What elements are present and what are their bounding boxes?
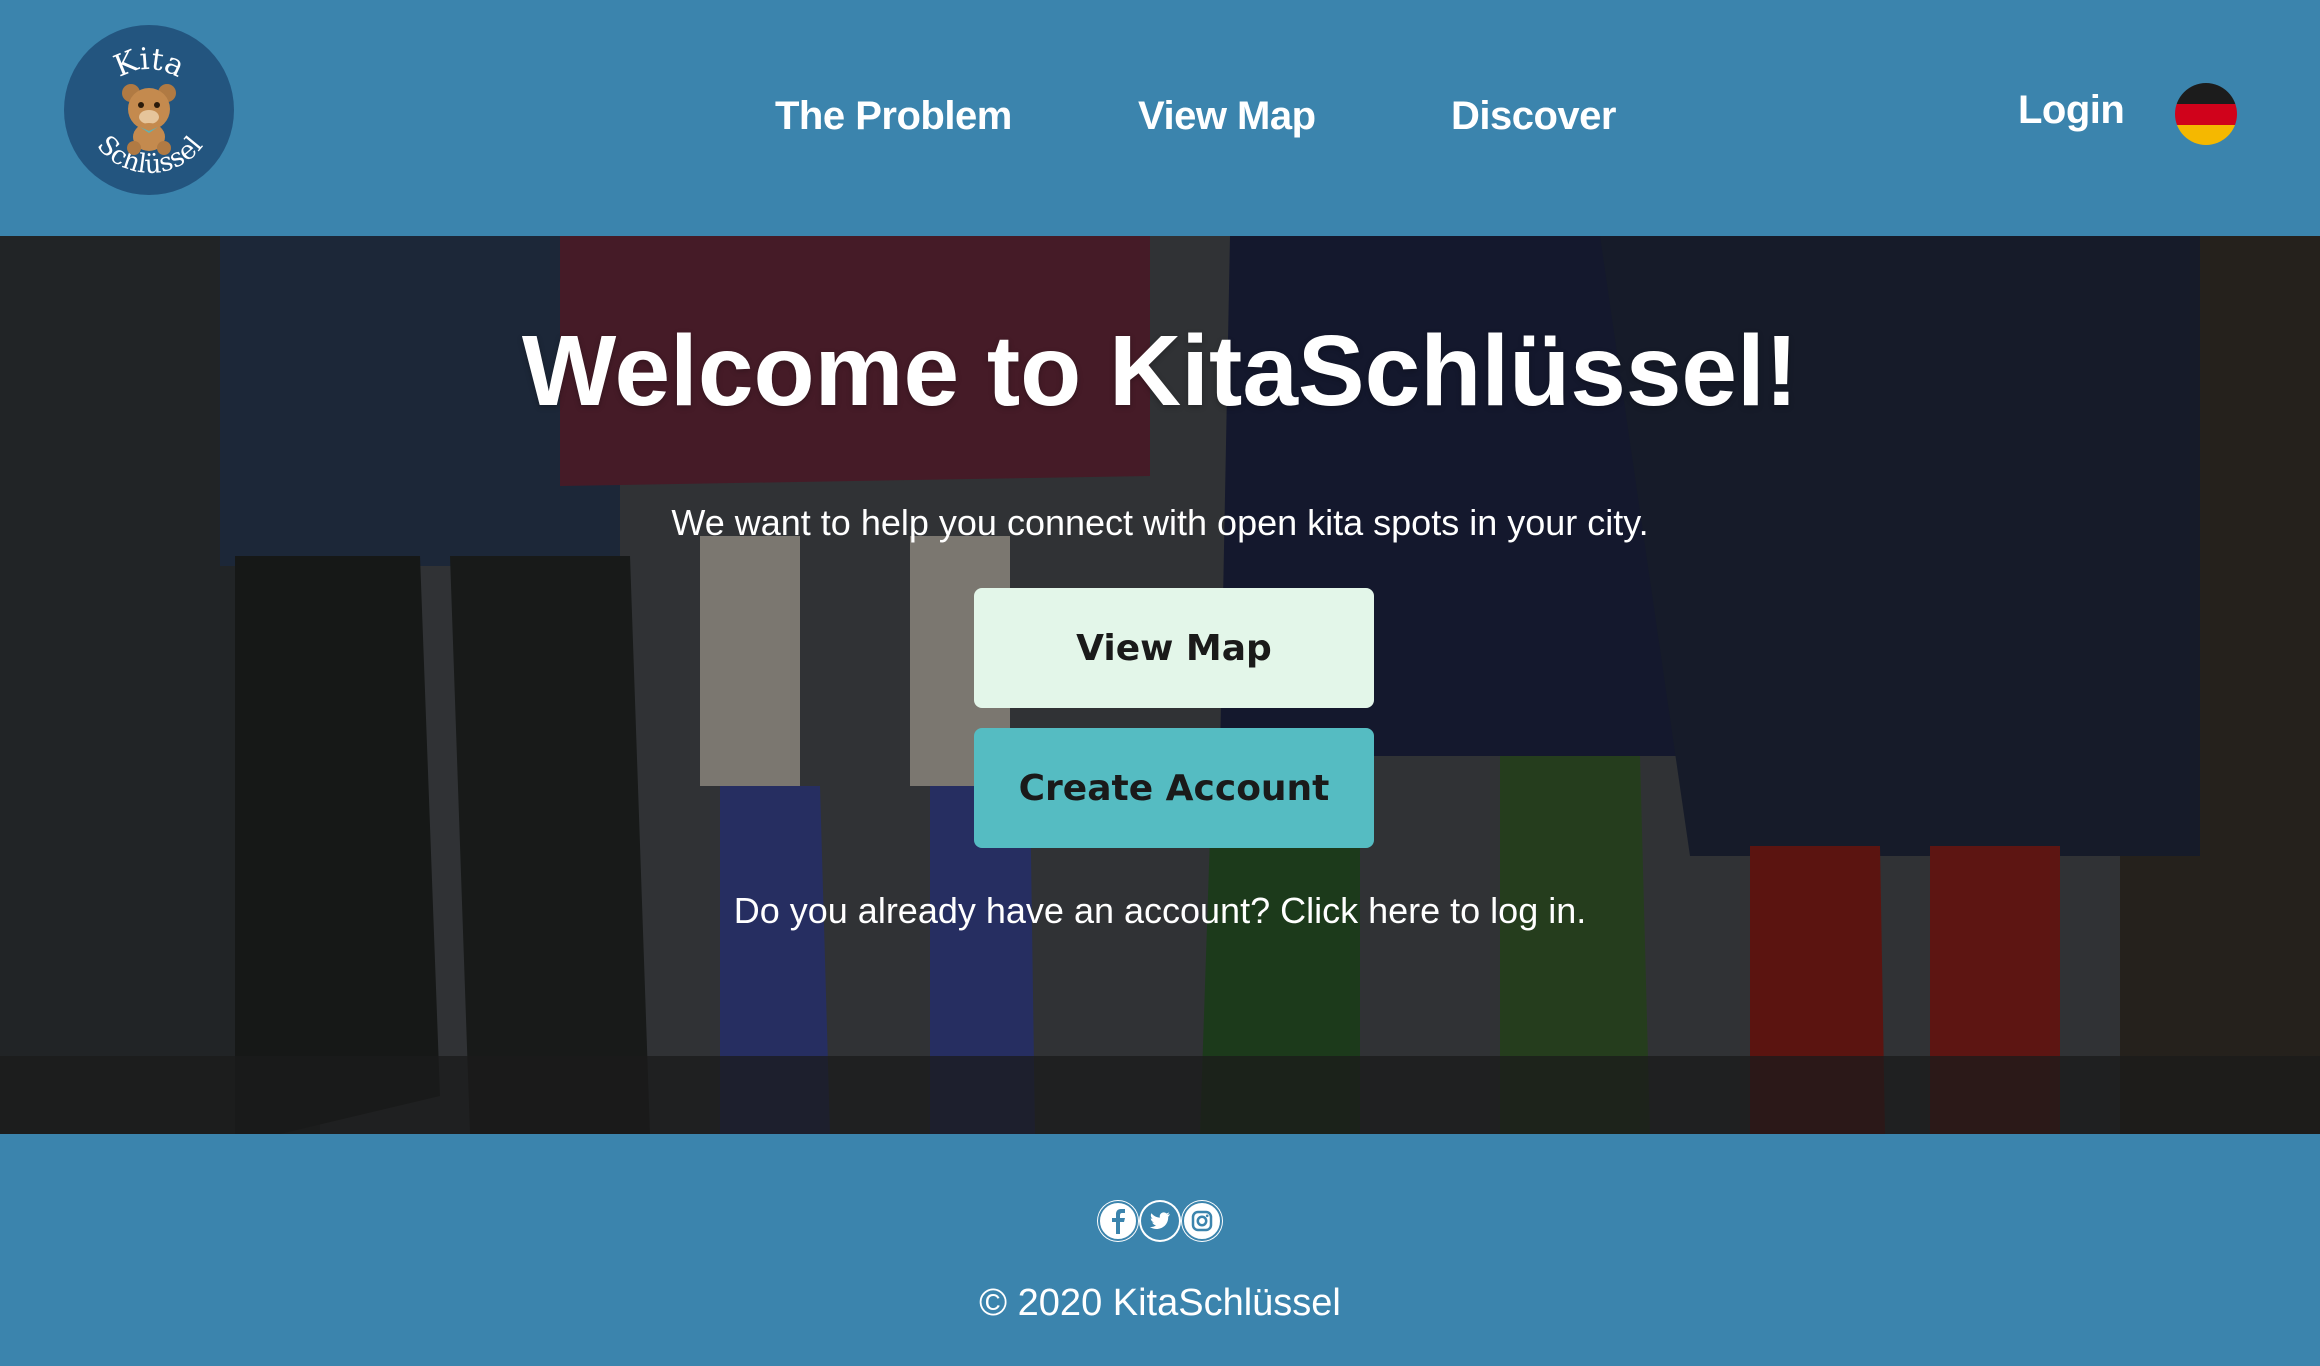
hero-section: Welcome to KitaSchlüssel! We want to hel… xyxy=(0,236,2320,1134)
nav-discover[interactable]: Discover xyxy=(1451,88,1616,144)
facebook-icon[interactable] xyxy=(1097,1200,1139,1242)
hero-title: Welcome to KitaSchlüssel! xyxy=(521,315,1799,427)
nav-the-problem[interactable]: The Problem xyxy=(775,88,1012,144)
hero-subtitle: We want to help you connect with open ki… xyxy=(671,502,1649,543)
kitaschluessel-logo[interactable]: Kita Schlüssel xyxy=(64,25,234,195)
login-prompt-link[interactable]: Do you already have an account? Click he… xyxy=(0,886,2320,936)
nav-login[interactable]: Login xyxy=(2018,82,2125,138)
instagram-icon[interactable] xyxy=(1181,1200,1223,1242)
site-footer: © 2020 KitaSchlüssel xyxy=(0,1134,2320,1366)
twitter-icon[interactable] xyxy=(1139,1200,1181,1242)
view-map-button[interactable]: View Map xyxy=(974,588,1374,708)
create-account-button[interactable]: Create Account xyxy=(974,728,1374,848)
copyright-text: © 2020 KitaSchlüssel xyxy=(979,1282,1341,1324)
site-header: Kita Schlüssel The Problem View Map Disc… xyxy=(0,0,2320,236)
german-flag-icon[interactable] xyxy=(2175,83,2237,145)
nav-view-map[interactable]: View Map xyxy=(1138,88,1316,144)
